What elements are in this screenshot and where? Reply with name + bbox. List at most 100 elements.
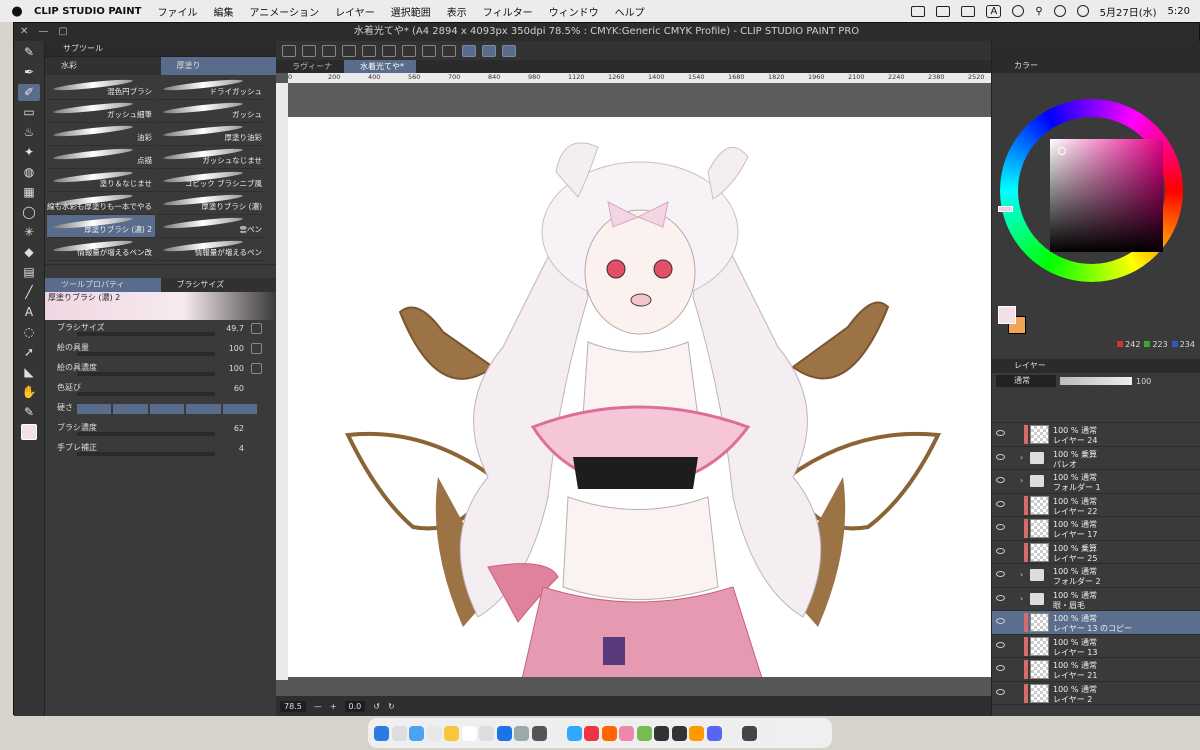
layer-row[interactable]: 100 % 通常 レイヤー 22 — [992, 494, 1200, 517]
color-wheel[interactable] — [998, 99, 1183, 282]
wifi-icon[interactable] — [1012, 5, 1025, 17]
dock-app-icon[interactable] — [619, 725, 634, 741]
eye-icon[interactable] — [996, 477, 1005, 483]
dock-app-icon[interactable] — [601, 725, 617, 741]
brush-item[interactable]: ドライガッシュ — [157, 77, 265, 100]
layer-row[interactable]: 100 % 通常 レイヤー 13 のコピー — [992, 611, 1200, 635]
brush-item[interactable]: 油彩 — [47, 123, 155, 146]
dock-app-icon[interactable] — [671, 725, 687, 741]
brush-item[interactable]: 混色円ブラシ — [47, 77, 155, 100]
chevron-right-icon[interactable]: › — [1020, 570, 1023, 579]
menu-help[interactable]: ヘルプ — [615, 4, 645, 19]
minimize-icon[interactable]: — — [38, 23, 48, 41]
eye-icon[interactable] — [996, 618, 1005, 624]
figure-icon[interactable]: ╱ — [18, 284, 40, 301]
layer-row[interactable]: 100 % 通常 レイヤー 24 — [992, 423, 1200, 447]
rotation-value[interactable]: 0.0 — [344, 700, 366, 712]
auto-select-icon[interactable]: ✳ — [18, 224, 40, 241]
color-picker-icon[interactable]: ✎ — [18, 404, 40, 421]
dock-app-icon[interactable] — [689, 725, 704, 741]
menu-file[interactable]: ファイル — [157, 4, 197, 19]
menu-edit[interactable]: 編集 — [213, 4, 233, 19]
layer-row[interactable]: › 100 % 通常 フォルダー 1 — [992, 470, 1200, 494]
input-source-icon[interactable]: A — [986, 4, 1002, 18]
rotate-right-icon[interactable]: ↻ — [388, 702, 395, 711]
menu-view[interactable]: 表示 — [447, 4, 467, 19]
eye-icon[interactable] — [996, 688, 1005, 695]
brush-item[interactable]: ガッシュ — [157, 100, 265, 123]
dock-app-icon[interactable] — [444, 725, 459, 741]
eye-icon[interactable] — [996, 665, 1005, 671]
layer-row[interactable]: 100 % 通常 レイヤー 17 — [992, 517, 1200, 541]
undo-icon[interactable] — [362, 44, 376, 57]
color-swatch-icon[interactable] — [21, 424, 37, 440]
eye-icon[interactable] — [996, 594, 1005, 601]
siri-icon[interactable] — [1076, 5, 1089, 17]
decoration-icon[interactable]: ✦ — [18, 144, 40, 161]
app-icon[interactable] — [282, 44, 296, 57]
paint-density-row[interactable]: 絵の具濃度 100 — [49, 360, 272, 380]
brush-size-row[interactable]: ブラシサイズ 49.7 — [49, 320, 272, 340]
dock-app-icon[interactable] — [741, 725, 757, 741]
brush-tool-icon[interactable]: ✐ — [18, 84, 40, 101]
dock-app-icon[interactable] — [654, 725, 669, 741]
brush-item[interactable]: 点描 — [47, 146, 155, 169]
dock-app-icon[interactable] — [461, 725, 477, 741]
layer-row[interactable]: › 100 % 乗算 パレオ — [992, 447, 1200, 470]
hue-marker[interactable] — [998, 206, 1013, 212]
snap-grid-icon[interactable] — [482, 44, 496, 57]
redo-icon[interactable] — [382, 44, 396, 57]
eye-icon[interactable] — [996, 500, 1005, 507]
snap-ruler-icon[interactable] — [462, 44, 476, 57]
dock-app-icon[interactable] — [566, 725, 582, 741]
brush-item[interactable]: 塗り＆なじませ — [47, 169, 155, 192]
dock-app-icon[interactable] — [409, 725, 424, 741]
blend-tool-icon[interactable]: ♨ — [18, 124, 40, 141]
menubar-date[interactable]: 5月27日(水) — [1100, 4, 1157, 19]
new-file-icon[interactable] — [302, 44, 316, 57]
brush-item[interactable]: 厚塗り油彩 — [157, 123, 265, 146]
pen-tool-icon[interactable]: ✒ — [18, 64, 40, 81]
paint-amount-row[interactable]: 絵の具量 100 — [49, 340, 272, 360]
color-picker-cursor[interactable] — [1058, 147, 1066, 155]
brush-item[interactable]: 雲ペン — [157, 215, 265, 238]
menu-layer[interactable]: レイヤー — [335, 4, 375, 19]
gradient-icon[interactable]: ▤ — [18, 264, 40, 281]
chevron-right-icon[interactable]: › — [1020, 594, 1023, 603]
maximize-icon[interactable]: ▢ — [58, 23, 67, 41]
saturation-value-square[interactable] — [1050, 139, 1163, 252]
close-icon[interactable]: ✕ — [20, 23, 28, 41]
brush-density-row[interactable]: ブラシ濃度 62 — [49, 420, 272, 440]
menu-filter[interactable]: フィルター — [483, 4, 533, 19]
dock-app-icon[interactable] — [531, 725, 547, 741]
brush-item[interactable]: 情報量が増えるペン改 — [47, 238, 155, 261]
hardness-row[interactable]: 硬さ — [49, 400, 272, 420]
brush-item[interactable]: ガッシュ細筆 — [47, 100, 155, 123]
brush-item[interactable]: コピック ブラシニブ風 — [157, 169, 265, 192]
brush-item-selected[interactable]: 厚塗りブラシ (濃) 2 — [47, 215, 155, 238]
control-center-icon[interactable] — [1053, 5, 1066, 17]
correct-line-icon[interactable]: ◣ — [18, 364, 40, 381]
layer-row[interactable]: 100 % 通常 レイヤー 2 — [992, 682, 1200, 705]
move-icon[interactable]: ➚ — [18, 344, 40, 361]
brush-item[interactable]: 厚塗りブラシ (濃) — [157, 192, 265, 215]
battery-icon[interactable] — [961, 5, 976, 17]
tab-brush-size[interactable]: ブラシサイズ — [161, 278, 277, 292]
stabilization-row[interactable]: 手ブレ補正 4 — [49, 440, 272, 460]
subtool-tab-thick-paint[interactable]: 厚塗り — [160, 57, 276, 75]
eraser-icon[interactable]: ▭ — [18, 104, 40, 121]
chevron-right-icon[interactable]: › — [1020, 453, 1023, 462]
eye-icon[interactable] — [996, 430, 1005, 436]
layer-row[interactable]: › 100 % 通常 眼・眉毛 — [992, 588, 1200, 611]
eye-icon[interactable] — [996, 571, 1005, 577]
layer-row[interactable]: 100 % 通常 レイヤー 13 — [992, 635, 1200, 658]
brush-item[interactable]: ガッシュなじませ — [157, 146, 265, 169]
color-stretch-row[interactable]: 色延び 60 — [49, 380, 272, 400]
hand-icon[interactable]: ✋ — [18, 384, 40, 401]
apple-menu-icon[interactable]: ● — [0, 4, 34, 19]
dock-app-icon[interactable] — [724, 725, 739, 741]
fill-icon[interactable]: ◍ — [18, 164, 40, 181]
menubar-time[interactable]: 5:20 — [1168, 6, 1190, 17]
doc-tab-1[interactable]: ラヴィーナ — [276, 60, 344, 73]
clear-icon[interactable] — [402, 44, 416, 57]
